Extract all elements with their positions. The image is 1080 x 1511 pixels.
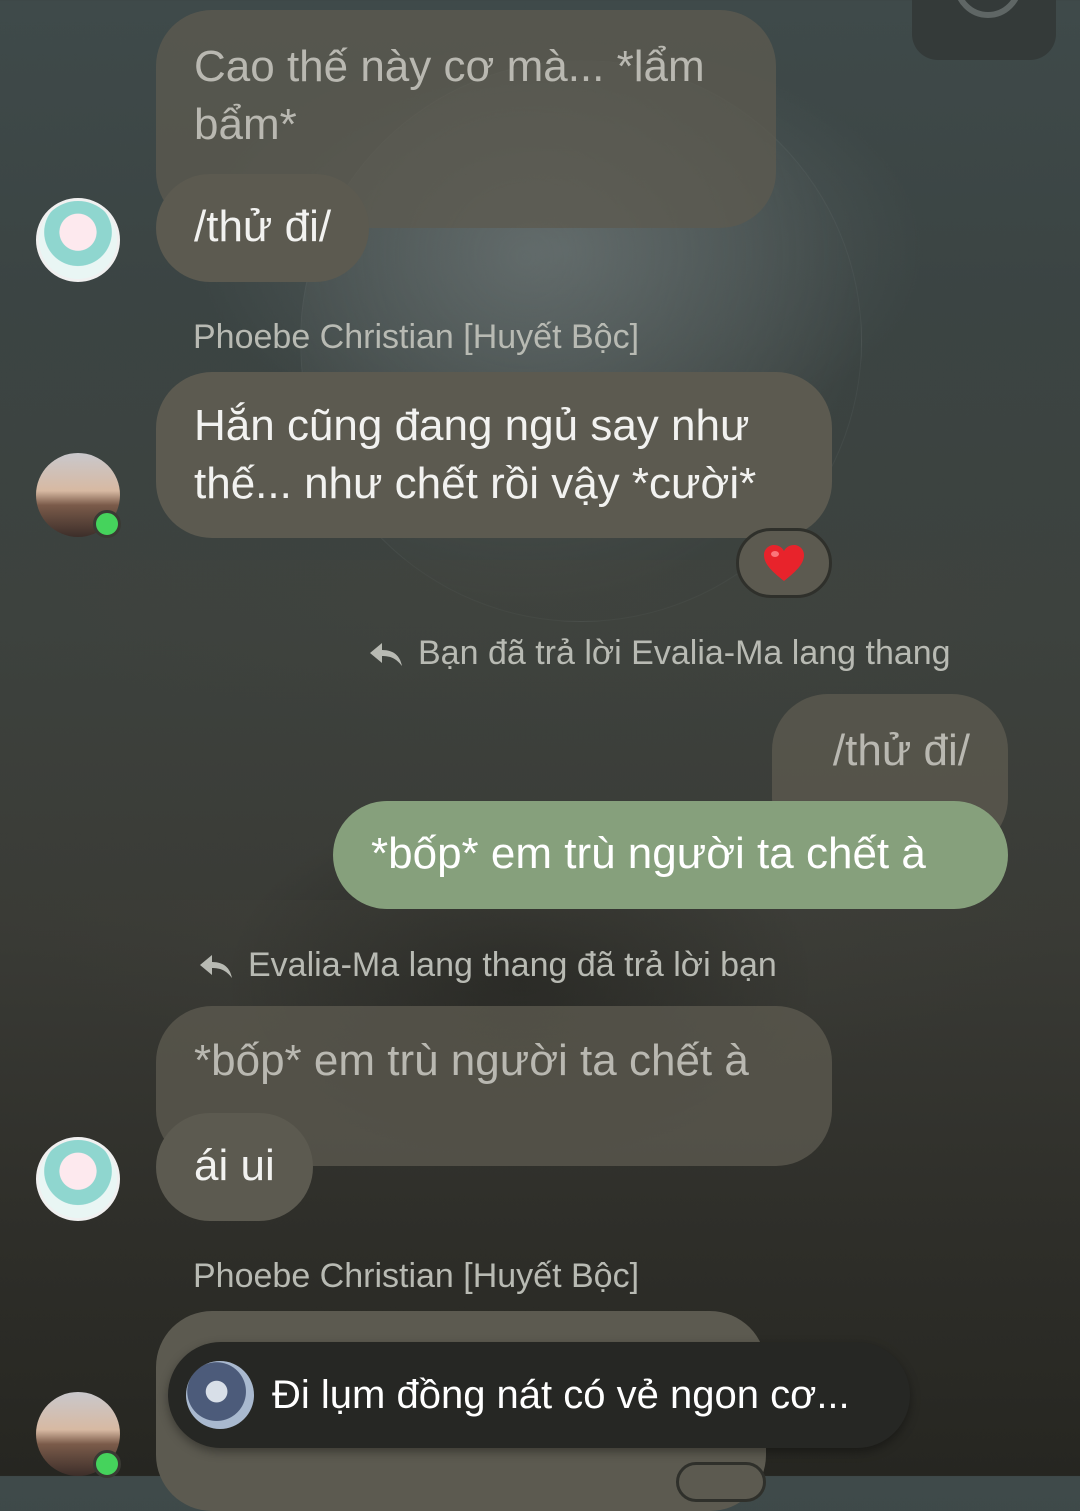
sender-name: Phoebe Christian [Huyết Bộc]: [193, 318, 640, 356]
reply-note-text: Bạn đã trả lời Evalia-Ma lang thang: [418, 634, 951, 672]
message-text: ái ui: [194, 1141, 275, 1190]
reply-arrow-icon: [370, 642, 402, 666]
new-message-toast[interactable]: Đi lụm đồng nát có vẻ ngon cơ...: [168, 1342, 910, 1448]
message-bubble[interactable]: /thử đi/: [156, 174, 370, 282]
quoted-text: /thử đi/: [832, 726, 970, 775]
message-text: Hắn cũng đang ngủ say như thế... như chế…: [194, 401, 757, 508]
message-bubble[interactable]: Hắn cũng đang ngủ say như thế... như chế…: [156, 372, 832, 538]
avatar[interactable]: [36, 198, 120, 282]
online-status-dot: [93, 510, 121, 538]
reply-arrow-icon: [200, 954, 232, 978]
message-bubble[interactable]: ái ui: [156, 1113, 313, 1221]
online-status-dot: [93, 1450, 121, 1478]
message-text: /thử đi/: [194, 202, 332, 251]
reply-note: Bạn đã trả lời Evalia-Ma lang thang: [368, 634, 951, 673]
heart-icon: [764, 545, 804, 581]
reply-note-text: Evalia-Ma lang thang đã trả lời bạn: [248, 946, 777, 984]
reaction-badge[interactable]: [736, 528, 832, 598]
avatar[interactable]: [36, 1137, 120, 1221]
toast-text: Đi lụm đồng nát có vẻ ngon cơ...: [272, 1372, 850, 1417]
reply-note: Evalia-Ma lang thang đã trả lời bạn: [198, 946, 777, 985]
top-action-button[interactable]: [912, 0, 1056, 60]
circle-icon: [954, 0, 1022, 18]
sender-name: Phoebe Christian [Huyết Bộc]: [193, 1257, 640, 1295]
message-bubble-mine[interactable]: *bốp* em trù người ta chết à: [333, 801, 1008, 909]
message-text: *bốp* em trù người ta chết à: [371, 829, 926, 878]
reaction-badge[interactable]: [676, 1462, 766, 1502]
quoted-text: *bốp* em trù người ta chết à: [194, 1036, 749, 1085]
message-text: Cao thế này cơ mà... *lẩm bẩm*: [194, 42, 705, 149]
toast-avatar: [186, 1361, 254, 1429]
